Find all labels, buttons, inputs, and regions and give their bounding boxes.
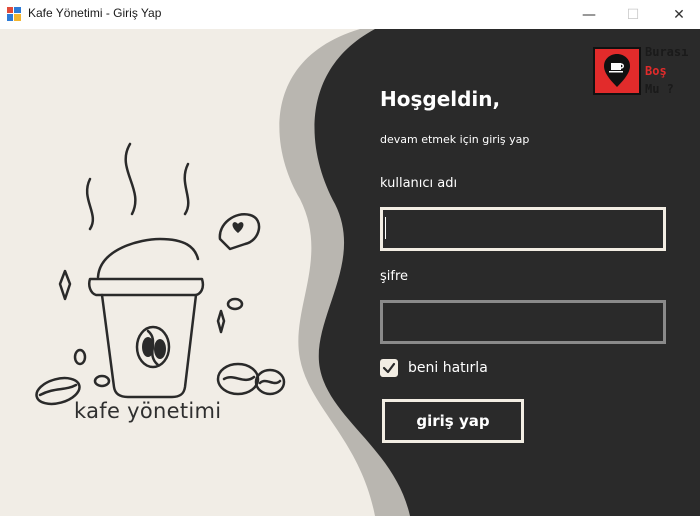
window-title: Kafe Yönetimi - Giriş Yap [28,6,162,20]
logo [593,47,641,95]
remember-me-checkbox[interactable] [380,359,398,377]
welcome-heading: Hoşgeldin, [380,87,501,111]
logo-text-line3: Mu ? [645,82,674,96]
password-field[interactable] [380,300,666,344]
map-pin-cup-icon [604,54,630,87]
title-bar: Kafe Yönetimi - Giriş Yap — ☐ ✕ [0,0,700,29]
username-label: kullanıcı adı [380,176,458,191]
coffee-cup-illustration [35,142,286,406]
login-subtitle: devam etmek için giriş yap [380,133,530,146]
logo-text-line2: Boş [645,64,667,78]
username-field[interactable] [380,207,666,251]
close-button[interactable]: ✕ [656,0,700,29]
password-label: şifre [380,269,409,284]
login-button[interactable]: giriş yap [382,399,524,443]
maximize-button[interactable]: ☐ [610,0,656,29]
login-form: kafe yönetimi Burası Boş Mu ? Hoşgeldin,… [0,29,700,516]
brand-name: kafe yönetimi [74,399,222,423]
checkmark-icon [382,362,396,374]
logo-text-line1: Burası [645,45,689,59]
minimize-button[interactable]: — [566,0,612,29]
remember-me-label[interactable]: beni hatırla [408,360,488,376]
text-caret [385,217,386,239]
app-icon [7,7,21,21]
